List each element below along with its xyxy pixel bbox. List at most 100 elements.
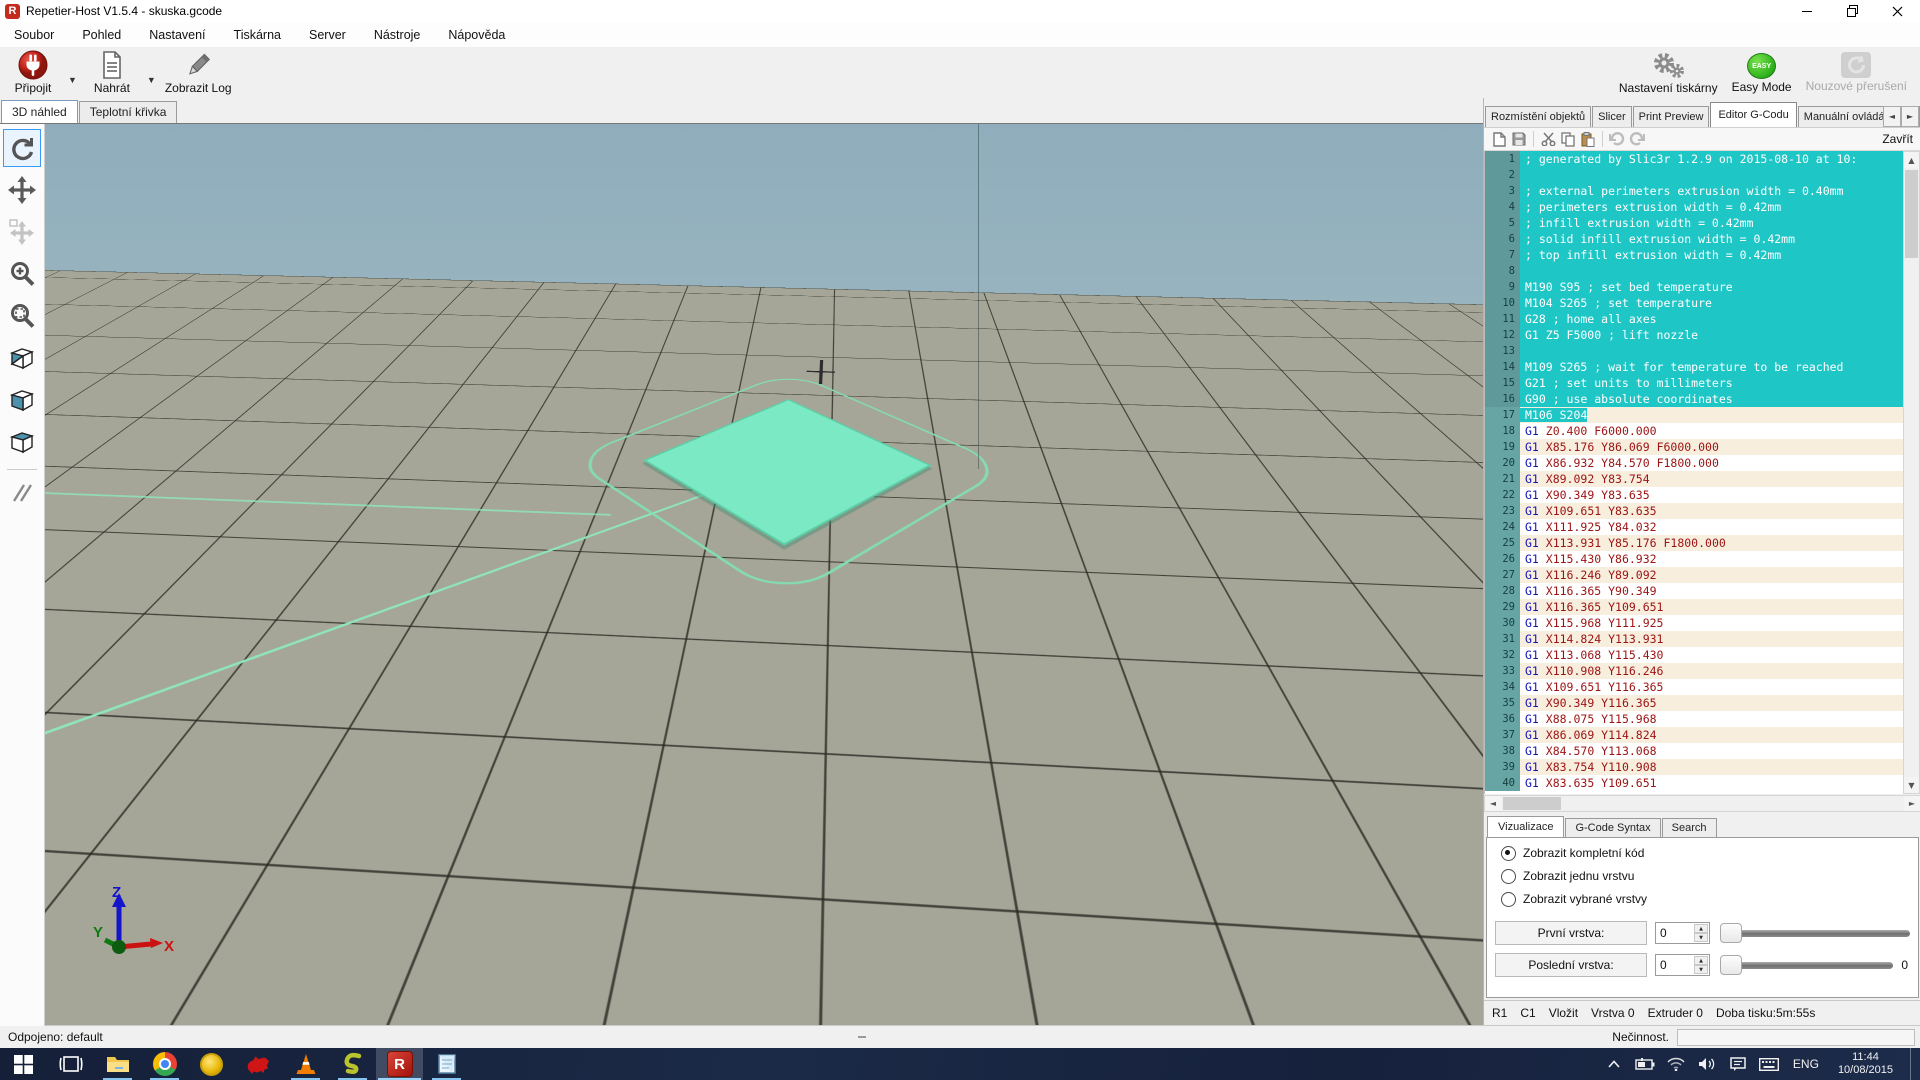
parallel-projection-button[interactable] bbox=[3, 474, 41, 512]
status-splitter[interactable] bbox=[858, 1036, 866, 1038]
gcode-line[interactable]: 34G1 X109.651 Y116.365 bbox=[1485, 679, 1904, 695]
tab-3d-nahled[interactable]: 3D náhled bbox=[1, 100, 78, 123]
keyboard-icon[interactable] bbox=[1758, 1053, 1780, 1075]
gcode-line[interactable]: 14M109 S265 ; wait for temperature to be… bbox=[1485, 359, 1904, 375]
emergency-stop-button[interactable]: Nouzové přerušení bbox=[1799, 47, 1914, 98]
gcode-line[interactable]: 28G1 X116.365 Y90.349 bbox=[1485, 583, 1904, 599]
battery-icon[interactable] bbox=[1634, 1053, 1656, 1075]
gcode-line[interactable]: 30G1 X115.968 Y111.925 bbox=[1485, 615, 1904, 631]
print-bed-scene[interactable]: X Z Y bbox=[45, 124, 1483, 1026]
taskbar-file-explorer[interactable] bbox=[94, 1048, 141, 1080]
gcode-line[interactable]: 12G1 Z5 F5000 ; lift nozzle bbox=[1485, 327, 1904, 343]
menu-napoveda[interactable]: Nápověda bbox=[434, 24, 519, 46]
radio-show-selected-layers[interactable] bbox=[1501, 892, 1516, 907]
scroll-down-button[interactable]: ▼ bbox=[1904, 777, 1919, 793]
language-indicator[interactable]: ENG bbox=[1789, 1057, 1823, 1071]
gcode-line[interactable]: 8 bbox=[1485, 263, 1904, 279]
tab-gcode-syntax[interactable]: G-Code Syntax bbox=[1565, 818, 1660, 837]
gcode-line[interactable]: 38G1 X84.570 Y113.068 bbox=[1485, 743, 1904, 759]
editor-close-button[interactable]: Zavřít bbox=[1882, 132, 1913, 146]
tab-print-preview[interactable]: Print Preview bbox=[1633, 106, 1710, 127]
task-view-button[interactable] bbox=[47, 1048, 94, 1080]
tab-vizualizace[interactable]: Vizualizace bbox=[1487, 816, 1564, 837]
gcode-line[interactable]: 9M190 S95 ; set bed temperature bbox=[1485, 279, 1904, 295]
taskbar-repetier-host[interactable]: R bbox=[376, 1048, 423, 1080]
front-view-button[interactable] bbox=[3, 381, 41, 419]
gcode-line[interactable]: 11G28 ; home all axes bbox=[1485, 311, 1904, 327]
paste-icon[interactable] bbox=[1578, 130, 1598, 148]
show-log-button[interactable]: Zobrazit Log bbox=[158, 47, 239, 98]
spinner-arrows[interactable]: ▲▼ bbox=[1694, 924, 1708, 942]
speaker-icon[interactable] bbox=[1696, 1053, 1718, 1075]
connect-button[interactable]: Připojit bbox=[0, 47, 66, 98]
tab-scroll-right-button[interactable]: ► bbox=[1901, 106, 1919, 127]
gcode-line[interactable]: 23G1 X109.651 Y83.635 bbox=[1485, 503, 1904, 519]
gcode-line[interactable]: 22G1 X90.349 Y83.635 bbox=[1485, 487, 1904, 503]
gcode-line[interactable]: 13 bbox=[1485, 343, 1904, 359]
undo-icon[interactable] bbox=[1607, 130, 1627, 148]
notification-icon[interactable] bbox=[1727, 1053, 1749, 1075]
gcode-line[interactable]: 19G1 X85.176 Y86.069 F6000.000 bbox=[1485, 439, 1904, 455]
rotate-view-button[interactable] bbox=[3, 129, 41, 167]
menu-nastaveni[interactable]: Nastavení bbox=[135, 24, 219, 46]
show-desktop-button[interactable] bbox=[1910, 1048, 1916, 1080]
scroll-up-button[interactable]: ▲ bbox=[1904, 152, 1919, 168]
first-layer-spinner[interactable]: 0 ▲▼ bbox=[1655, 922, 1710, 944]
editor-horizontal-scrollbar[interactable]: ◄ ► bbox=[1484, 795, 1920, 812]
gcode-line[interactable]: 6; solid infill extrusion width = 0.42mm bbox=[1485, 231, 1904, 247]
gcode-line[interactable]: 2 bbox=[1485, 167, 1904, 183]
editor-vertical-scrollbar[interactable]: ▲ ▼ bbox=[1903, 151, 1920, 794]
wifi-icon[interactable] bbox=[1665, 1053, 1687, 1075]
minimize-button[interactable] bbox=[1785, 0, 1830, 22]
menu-pohled[interactable]: Pohled bbox=[68, 24, 135, 46]
connect-dropdown[interactable]: ▼ bbox=[66, 75, 79, 85]
slider-thumb[interactable] bbox=[1720, 923, 1742, 943]
radio-show-single-row[interactable]: Zobrazit jednu vrstvu bbox=[1501, 868, 1918, 884]
first-layer-slider[interactable] bbox=[1720, 923, 1910, 943]
taskbar-clock[interactable]: 11:44 10/08/2015 bbox=[1832, 1051, 1899, 1077]
new-file-icon[interactable] bbox=[1489, 130, 1509, 148]
gcode-line[interactable]: 27G1 X116.246 Y89.092 bbox=[1485, 567, 1904, 583]
gcode-line[interactable]: 24G1 X111.925 Y84.032 bbox=[1485, 519, 1904, 535]
upload-button[interactable]: Nahrát bbox=[79, 47, 145, 98]
isometric-view-button[interactable] bbox=[3, 339, 41, 377]
gcode-line[interactable]: 33G1 X110.908 Y116.246 bbox=[1485, 663, 1904, 679]
taskbar-slic3r[interactable] bbox=[329, 1048, 376, 1080]
vertical-scroll-thumb[interactable] bbox=[1905, 170, 1918, 258]
taskbar-vlc[interactable] bbox=[282, 1048, 329, 1080]
gcode-line[interactable]: 18G1 Z0.400 F6000.000 bbox=[1485, 423, 1904, 439]
taskbar-yellow-app[interactable] bbox=[188, 1048, 235, 1080]
move-object-button[interactable] bbox=[3, 213, 41, 251]
gcode-line[interactable]: 36G1 X88.075 Y115.968 bbox=[1485, 711, 1904, 727]
gcode-line[interactable]: 37G1 X86.069 Y114.824 bbox=[1485, 727, 1904, 743]
gcode-line[interactable]: 1; generated by Slic3r 1.2.9 on 2015-08-… bbox=[1485, 151, 1904, 167]
gcode-line[interactable]: 20G1 X86.932 Y84.570 F1800.000 bbox=[1485, 455, 1904, 471]
gcode-line[interactable]: 31G1 X114.824 Y113.931 bbox=[1485, 631, 1904, 647]
gcode-editor[interactable]: 1; generated by Slic3r 1.2.9 on 2015-08-… bbox=[1484, 151, 1904, 794]
redo-icon[interactable] bbox=[1627, 130, 1647, 148]
last-layer-button[interactable]: Poslední vrstva: bbox=[1495, 953, 1647, 977]
top-view-button[interactable] bbox=[3, 423, 41, 461]
tab-rozmisteni-objektu[interactable]: Rozmístění objektů bbox=[1485, 106, 1591, 127]
tab-slicer[interactable]: Slicer bbox=[1592, 106, 1632, 127]
menu-tiskarna[interactable]: Tiskárna bbox=[220, 24, 295, 46]
move-view-button[interactable] bbox=[3, 171, 41, 209]
menu-server[interactable]: Server bbox=[295, 24, 360, 46]
taskbar-notepad[interactable] bbox=[423, 1048, 470, 1080]
radio-show-complete-row[interactable]: Zobrazit kompletní kód bbox=[1501, 845, 1918, 861]
gcode-line[interactable]: 4; perimeters extrusion width = 0.42mm bbox=[1485, 199, 1904, 215]
gcode-line[interactable]: 32G1 X113.068 Y115.430 bbox=[1485, 647, 1904, 663]
scroll-left-button[interactable]: ◄ bbox=[1485, 796, 1501, 811]
tray-chevron-up-icon[interactable] bbox=[1603, 1053, 1625, 1075]
upload-dropdown[interactable]: ▼ bbox=[145, 75, 158, 85]
zoom-in-button[interactable] bbox=[3, 255, 41, 293]
taskbar-chrome[interactable] bbox=[141, 1048, 188, 1080]
close-button[interactable] bbox=[1875, 0, 1920, 22]
printer-settings-button[interactable]: Nastavení tiskárny bbox=[1612, 47, 1725, 98]
taskbar-red-dog-app[interactable] bbox=[235, 1048, 282, 1080]
radio-show-complete[interactable] bbox=[1501, 846, 1516, 861]
gcode-line[interactable]: 29G1 X116.365 Y109.651 bbox=[1485, 599, 1904, 615]
gcode-line[interactable]: 25G1 X113.931 Y85.176 F1800.000 bbox=[1485, 535, 1904, 551]
gcode-line[interactable]: 7; top infill extrusion width = 0.42mm bbox=[1485, 247, 1904, 263]
gcode-line[interactable]: 5; infill extrusion width = 0.42mm bbox=[1485, 215, 1904, 231]
